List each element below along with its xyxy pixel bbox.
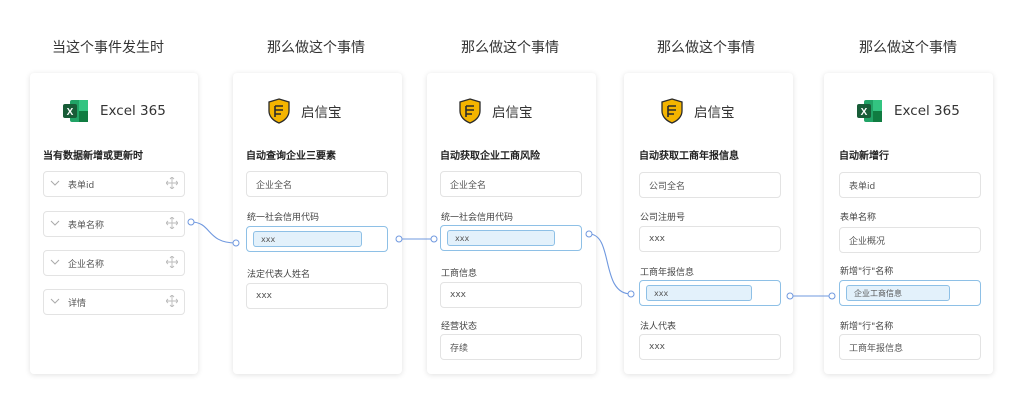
connector-lines bbox=[187, 218, 836, 300]
connector-dot bbox=[187, 218, 195, 226]
connector-dot bbox=[232, 239, 240, 247]
connector-dot bbox=[395, 235, 403, 243]
connector-3 bbox=[588, 233, 632, 295]
connector-dot bbox=[627, 290, 635, 298]
connector-dot bbox=[585, 230, 593, 238]
connector-dot bbox=[828, 292, 836, 300]
connector-1 bbox=[190, 221, 237, 244]
connector-dot bbox=[430, 235, 438, 243]
connector-dot bbox=[786, 292, 794, 300]
